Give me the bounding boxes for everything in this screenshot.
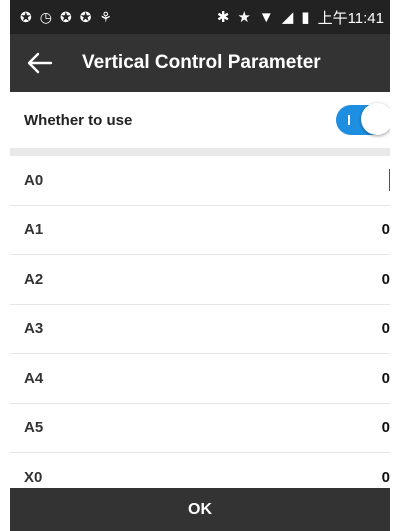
param-row-a2[interactable]: A2 0: [10, 255, 390, 305]
status-bar: ✪ ◷ ✪ ✪ ⚘ ✱ ★ ▼ ◢ ▮ 上午11:41: [10, 0, 390, 34]
signal-icon: ◢: [281, 9, 294, 26]
app-icon: ✪: [79, 8, 92, 25]
param-row-a0[interactable]: A0: [10, 156, 390, 206]
app-frame: ✪ ◷ ✪ ✪ ⚘ ✱ ★ ▼ ◢ ▮ 上午11:41 Vertical Con…: [10, 0, 390, 531]
toggle-on-mark: [348, 115, 350, 125]
param-value: 0: [381, 369, 390, 387]
app-icon: ✪: [20, 8, 32, 25]
toggle-knob: [361, 103, 390, 135]
battery-icon: ▮: [301, 9, 310, 26]
status-icons-right: ✱ ★ ▼ ◢ ▮ 上午11:41: [217, 7, 384, 28]
param-label: A2: [24, 270, 44, 288]
use-toggle-label: Whether to use: [24, 111, 133, 129]
parameter-list: A0 A1 0 A2 0 A3 0 A4 0 A5 0 X0 0: [10, 156, 390, 503]
param-label: A3: [24, 320, 44, 338]
clock-icon: ◷: [39, 8, 52, 25]
app-bar: Vertical Control Parameter: [10, 34, 390, 92]
param-label: A0: [24, 171, 44, 189]
back-button[interactable]: [20, 43, 60, 83]
bluetooth-icon: ✱: [216, 9, 230, 26]
param-value: 0: [381, 419, 390, 437]
app-icon: ✪: [59, 8, 72, 25]
param-value: 0: [381, 270, 390, 288]
param-row-a5[interactable]: A5 0: [10, 404, 390, 453]
use-toggle-switch[interactable]: [336, 103, 390, 135]
param-label: A1: [24, 221, 44, 239]
param-value: 0: [381, 221, 390, 239]
param-value: 0: [381, 468, 390, 486]
param-row-a3[interactable]: A3 0: [10, 305, 390, 354]
arrow-left-icon: [27, 52, 53, 74]
section-divider: [10, 148, 390, 156]
page-title: Vertical Control Parameter: [82, 52, 321, 73]
text-cursor: [389, 169, 390, 192]
status-icons-left: ✪ ◷ ✪ ✪ ⚘: [20, 9, 112, 26]
param-label: A5: [24, 419, 44, 437]
param-row-a4[interactable]: A4 0: [10, 354, 390, 404]
ok-button[interactable]: OK: [10, 488, 390, 531]
param-value: 0: [381, 320, 390, 338]
status-time: 上午11:41: [317, 9, 384, 27]
use-toggle-row: Whether to use: [10, 92, 390, 148]
param-label: A4: [24, 369, 44, 387]
star-icon: ★: [237, 9, 251, 26]
param-label: X0: [24, 468, 43, 486]
param-row-a1[interactable]: A1 0: [10, 206, 390, 255]
wifi-icon: ▼: [258, 8, 274, 26]
usb-icon: ⚘: [99, 8, 112, 25]
